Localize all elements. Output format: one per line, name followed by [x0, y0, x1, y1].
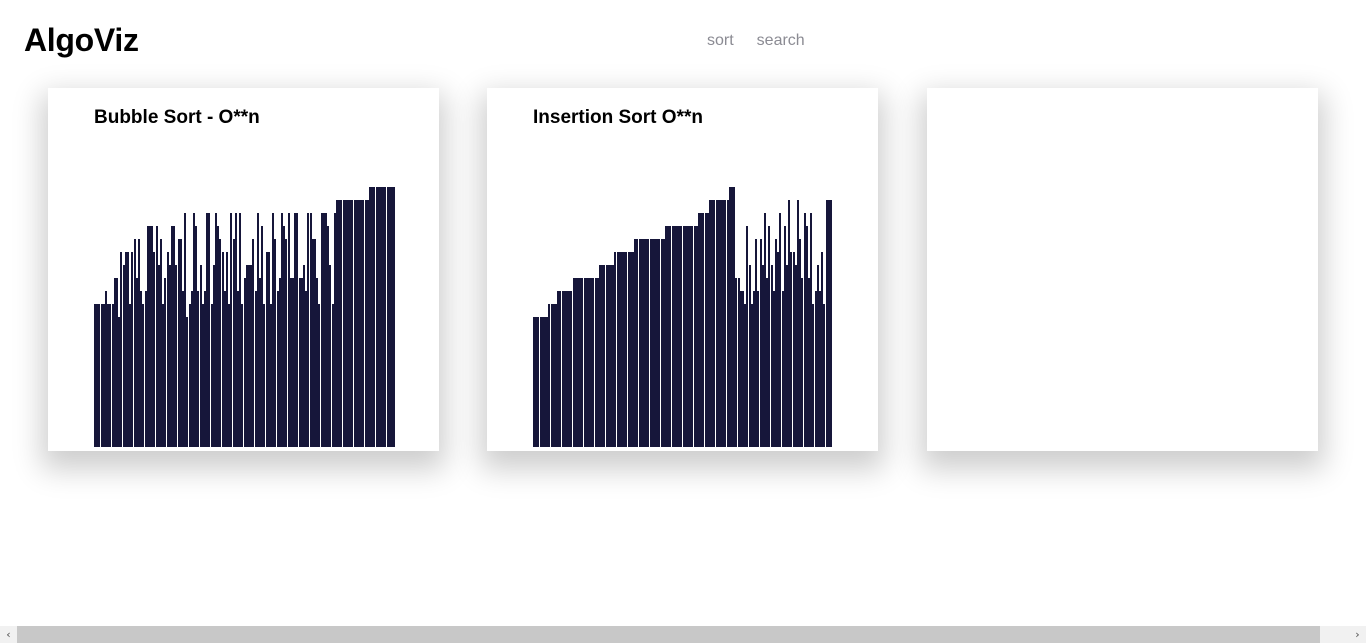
main-nav: sort search	[707, 32, 805, 50]
nav-link-search[interactable]: search	[757, 32, 805, 50]
horizontal-scrollbar[interactable]: ‹ ›	[0, 626, 1366, 643]
bar-chart	[533, 88, 833, 447]
empty-card	[927, 88, 1318, 451]
app-header: AlgoViz sort search	[0, 0, 1366, 80]
insertion-sort-card: Insertion Sort O**n	[487, 88, 878, 451]
app-logo[interactable]: AlgoViz	[24, 21, 139, 59]
array-bar	[830, 200, 832, 447]
bubble-sort-card: Bubble Sort - O**n	[48, 88, 439, 451]
bar-chart	[94, 88, 396, 447]
nav-link-sort[interactable]: sort	[707, 32, 734, 50]
scrollbar-thumb[interactable]	[17, 626, 1320, 643]
scroll-left-icon[interactable]: ‹	[0, 626, 17, 643]
array-bar	[393, 187, 396, 447]
scroll-right-icon[interactable]: ›	[1349, 626, 1366, 643]
